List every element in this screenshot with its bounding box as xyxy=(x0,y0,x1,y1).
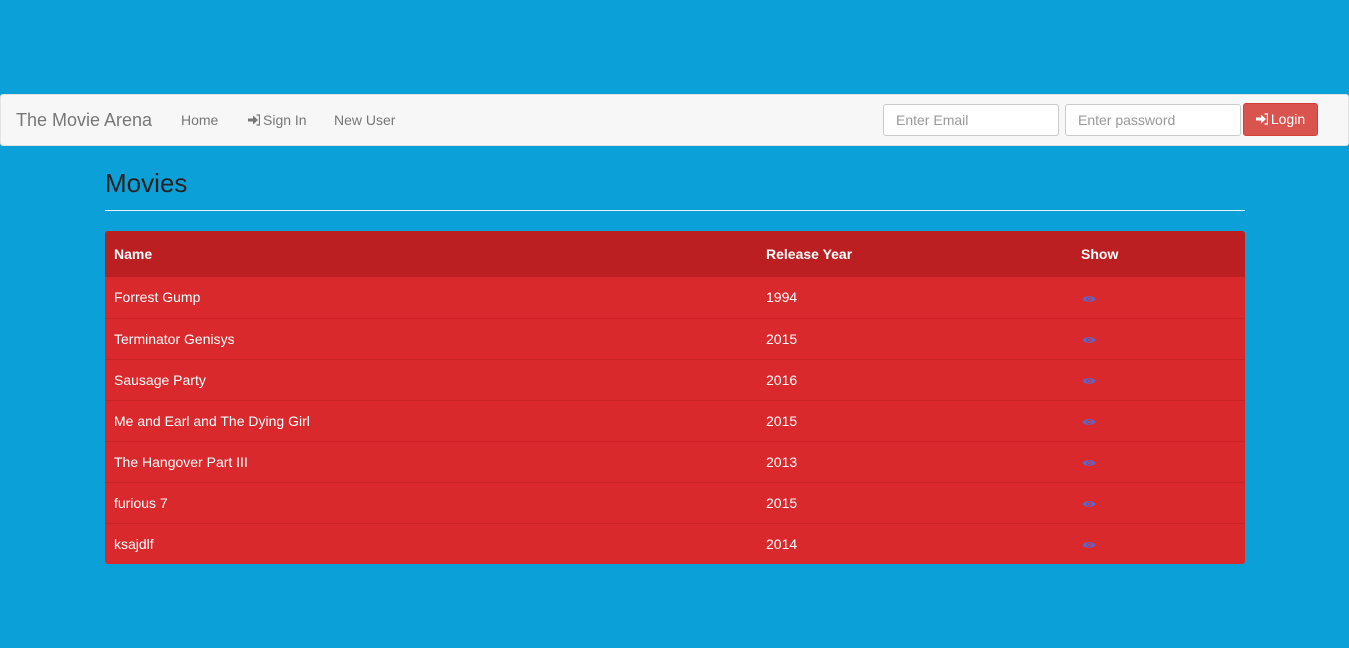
show-cell xyxy=(1072,277,1245,318)
column-header-name: Name xyxy=(114,246,153,262)
show-cell xyxy=(1072,400,1245,441)
sign-in-icon xyxy=(1255,113,1268,125)
movie-name-cell: Me and Earl and The Dying Girl xyxy=(114,412,310,429)
column-header-show: Show xyxy=(1081,246,1119,262)
table-row: Sausage Party 2016 xyxy=(105,359,1245,400)
table-row: Terminator Genisys 2015 xyxy=(105,318,1245,359)
release-year-cell: 2015 xyxy=(766,330,798,347)
show-cell xyxy=(1072,318,1245,359)
table-row: The Hangover Part III 2013 xyxy=(105,441,1245,482)
login-button[interactable]: Login xyxy=(1243,103,1318,136)
show-cell xyxy=(1072,359,1245,400)
nav-new-user-label: New User xyxy=(334,112,396,128)
sign-in-icon xyxy=(248,114,260,126)
movie-name-cell: Terminator Genisys xyxy=(114,330,235,347)
title-divider xyxy=(105,210,1245,211)
navbar: The Movie Arena Home Sign In New User Lo… xyxy=(0,94,1349,146)
login-button-label: Login xyxy=(1270,111,1306,127)
eye-icon[interactable] xyxy=(1082,540,1096,550)
eye-icon[interactable] xyxy=(1082,376,1096,386)
nav-home-link[interactable]: Home xyxy=(181,95,218,145)
show-cell xyxy=(1072,523,1245,564)
show-cell xyxy=(1072,482,1245,523)
movie-name-cell: Forrest Gump xyxy=(114,289,201,306)
release-year-cell: 2014 xyxy=(766,535,798,552)
page-title: Movies xyxy=(105,168,188,198)
eye-icon[interactable] xyxy=(1082,458,1096,468)
table-row: Me and Earl and The Dying Girl 2015 xyxy=(105,400,1245,441)
eye-icon[interactable] xyxy=(1082,294,1096,304)
release-year-cell: 1994 xyxy=(766,289,798,306)
eye-icon[interactable] xyxy=(1082,417,1096,427)
nav-sign-in-link[interactable]: Sign In xyxy=(248,95,307,145)
email-input[interactable] xyxy=(883,104,1059,136)
movie-name-cell: The Hangover Part III xyxy=(114,453,248,470)
movie-name-cell: furious 7 xyxy=(114,494,168,511)
eye-icon[interactable] xyxy=(1082,499,1096,509)
column-header-release-year: Release Year xyxy=(766,246,853,262)
nav-sign-in-label: Sign In xyxy=(263,112,307,128)
release-year-cell: 2015 xyxy=(766,494,798,511)
release-year-cell: 2015 xyxy=(766,412,798,429)
password-input[interactable] xyxy=(1065,104,1241,136)
movie-name-cell: ksajdlf xyxy=(114,535,154,552)
table-header-row: Name Release Year Show xyxy=(105,231,1245,277)
movies-table: Name Release Year Show Forrest Gump 1994 T… xyxy=(105,231,1245,564)
nav-home-label: Home xyxy=(181,112,219,128)
table-row: ksajdlf 2014 xyxy=(105,523,1245,564)
eye-icon[interactable] xyxy=(1082,335,1096,345)
brand-link[interactable]: The Movie Arena xyxy=(16,95,152,145)
release-year-cell: 2016 xyxy=(766,371,798,388)
nav-new-user-link[interactable]: New User xyxy=(334,95,395,145)
show-cell xyxy=(1072,441,1245,482)
movie-name-cell: Sausage Party xyxy=(114,371,206,388)
release-year-cell: 2013 xyxy=(766,453,798,470)
table-row: furious 7 2015 xyxy=(105,482,1245,523)
table-row: Forrest Gump 1994 xyxy=(105,277,1245,318)
